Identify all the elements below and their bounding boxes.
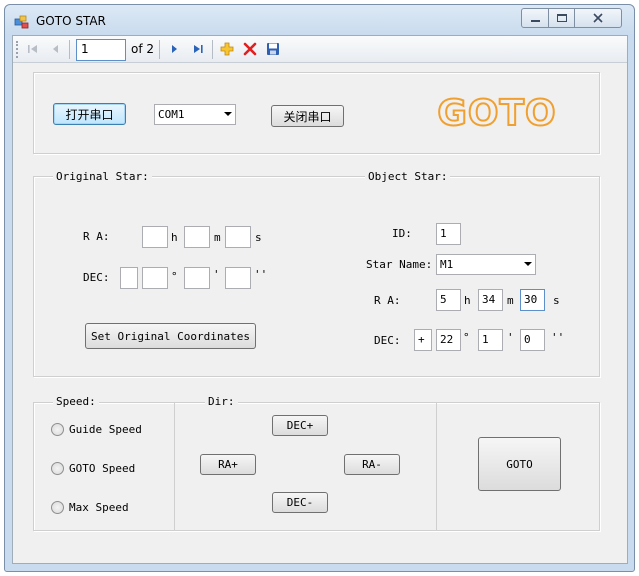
dir-title: Dir: (205, 395, 238, 408)
original-dec-sign-input[interactable] (120, 267, 138, 289)
star-name-select[interactable]: M1 (436, 254, 536, 275)
chevron-down-icon (224, 112, 232, 116)
move-previous-icon[interactable] (48, 41, 64, 57)
set-original-coordinates-button[interactable]: Set Original Coordinates (85, 323, 256, 349)
object-dec-degrees-input[interactable]: 22 (436, 329, 461, 351)
guide-speed-radio[interactable]: Guide Speed (51, 423, 142, 436)
open-port-button[interactable]: 打开串口 (53, 103, 126, 125)
original-ra-hours-unit: h (171, 231, 178, 244)
move-last-icon[interactable] (190, 41, 206, 57)
dec-plus-button[interactable]: DEC+ (272, 415, 328, 436)
close-icon (593, 13, 603, 23)
page-count-label: of 2 (131, 42, 155, 56)
goto-logo: GOTO (436, 92, 556, 135)
goto-speed-label: GOTO Speed (69, 462, 136, 475)
object-dec-seconds-unit: '' (551, 331, 565, 344)
star-name-value: M1 (440, 258, 454, 271)
close-button[interactable] (574, 8, 622, 28)
move-next-icon[interactable] (166, 41, 182, 57)
delete-icon[interactable] (242, 41, 258, 57)
toolbar-separator (69, 40, 70, 59)
object-ra-seconds-unit: s (553, 294, 560, 307)
object-dec-degrees-unit: ° (463, 331, 470, 344)
maximize-button[interactable] (548, 8, 575, 28)
svg-text:GOTO: GOTO (438, 93, 556, 132)
object-dec-minutes-unit: ' (507, 331, 514, 344)
guide-speed-label: Guide Speed (69, 423, 142, 436)
object-star-title: Object Star: (365, 170, 451, 183)
object-dec-seconds-input[interactable]: 0 (520, 329, 545, 351)
original-ra-seconds-input[interactable] (225, 226, 251, 248)
radio-circle (51, 462, 64, 475)
original-ra-seconds-unit: s (255, 231, 262, 244)
original-dec-degrees-unit: ° (171, 270, 178, 283)
object-ra-seconds-input[interactable]: 30 (520, 289, 545, 311)
close-port-button[interactable]: 关闭串口 (271, 105, 344, 127)
original-dec-minutes-input[interactable] (184, 267, 210, 289)
chevron-down-icon (524, 262, 532, 266)
original-star-title: Original Star: (53, 170, 152, 183)
save-icon[interactable] (265, 41, 281, 57)
toolbar-separator (212, 40, 213, 59)
panel-divider (174, 403, 175, 530)
object-dec-label: DEC: (374, 334, 401, 347)
original-dec-seconds-input[interactable] (225, 267, 251, 289)
star-name-label: Star Name: (366, 258, 433, 271)
port-select[interactable]: COM1 (154, 104, 236, 125)
app-icon (14, 14, 30, 30)
object-ra-hours-input[interactable]: 5 (436, 289, 461, 311)
original-ra-hours-input[interactable] (142, 226, 168, 248)
radio-circle (51, 501, 64, 514)
object-ra-hours-unit: h (464, 294, 471, 307)
speed-title: Speed: (53, 395, 99, 408)
dec-minus-button[interactable]: DEC- (272, 492, 328, 513)
ra-minus-button[interactable]: RA- (344, 454, 400, 475)
object-id-label: ID: (392, 227, 412, 240)
object-dec-sign-input[interactable]: + (414, 329, 432, 351)
add-new-icon[interactable] (219, 41, 235, 57)
window-title: GOTO STAR (36, 14, 106, 28)
object-ra-minutes-unit: m (507, 294, 514, 307)
minimize-button[interactable] (521, 8, 549, 28)
panel-divider (436, 403, 437, 530)
port-select-value: COM1 (158, 108, 185, 121)
original-ra-minutes-input[interactable] (184, 226, 210, 248)
move-first-icon[interactable] (25, 41, 41, 57)
toolbar-separator (159, 40, 160, 59)
original-dec-degrees-input[interactable] (142, 267, 168, 289)
object-dec-minutes-input[interactable]: 1 (478, 329, 503, 351)
original-ra-label: R A: (83, 230, 110, 243)
toolbar-grip (16, 41, 19, 58)
maximize-icon (556, 14, 567, 22)
position-input[interactable]: 1 (76, 39, 126, 61)
original-dec-label: DEC: (83, 271, 110, 284)
ra-plus-button[interactable]: RA+ (200, 454, 256, 475)
radio-circle (51, 423, 64, 436)
object-ra-label: R A: (374, 294, 401, 307)
max-speed-label: Max Speed (69, 501, 129, 514)
object-id-input[interactable]: 1 (436, 223, 461, 245)
goto-button[interactable]: GOTO (478, 437, 561, 491)
goto-speed-radio[interactable]: GOTO Speed (51, 462, 135, 475)
object-ra-minutes-input[interactable]: 34 (478, 289, 503, 311)
original-dec-seconds-unit: '' (254, 268, 268, 281)
original-dec-minutes-unit: ' (213, 268, 220, 281)
max-speed-radio[interactable]: Max Speed (51, 501, 129, 514)
minimize-icon (530, 20, 540, 22)
original-ra-minutes-unit: m (214, 231, 221, 244)
